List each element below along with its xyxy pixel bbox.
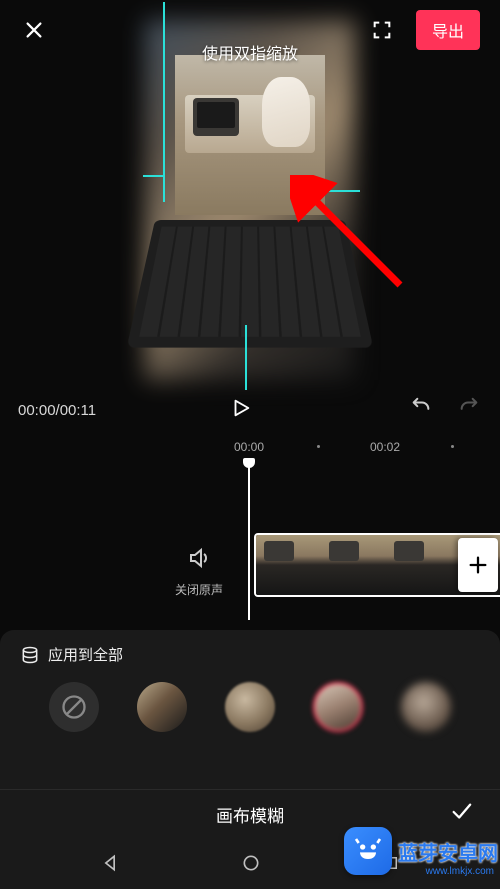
ruler-tick: 00:00 xyxy=(234,440,264,454)
triangle-back-icon xyxy=(100,853,120,873)
nav-back-button[interactable] xyxy=(100,853,120,878)
export-button[interactable]: 导出 xyxy=(416,10,480,50)
clip-thumbnail[interactable] xyxy=(386,535,451,595)
redo-button[interactable] xyxy=(456,397,482,424)
undo-button[interactable] xyxy=(408,397,434,424)
fullscreen-button[interactable] xyxy=(368,16,396,44)
blur-option-1[interactable] xyxy=(137,682,187,732)
close-button[interactable] xyxy=(20,16,48,44)
stack-icon xyxy=(20,645,40,665)
add-clip-button[interactable] xyxy=(458,538,498,592)
crop-guide xyxy=(245,325,247,390)
video-preview[interactable]: 使用双指缩放 xyxy=(145,20,355,380)
nav-recent-button[interactable] xyxy=(382,854,400,877)
apply-to-all-button[interactable]: 应用到全部 xyxy=(20,644,123,665)
undo-icon xyxy=(408,397,434,419)
ruler-dot xyxy=(317,445,320,448)
ruler-tick: 00:02 xyxy=(370,440,400,454)
clip-thumbnail[interactable] xyxy=(321,535,386,595)
play-button[interactable] xyxy=(230,396,252,425)
time-display: 00:00/00:11 xyxy=(18,402,96,419)
apply-to-all-label: 应用到全部 xyxy=(48,644,123,665)
android-nav-bar xyxy=(0,841,500,889)
panel-title: 画布模糊 xyxy=(216,802,284,827)
blur-option-4[interactable] xyxy=(401,682,451,732)
mute-icon xyxy=(186,546,212,570)
blur-option-3-selected[interactable] xyxy=(313,682,363,732)
ruler-dot xyxy=(451,445,454,448)
plus-icon xyxy=(467,554,489,576)
clip-thumbnail[interactable] xyxy=(256,535,321,595)
check-icon xyxy=(446,801,476,823)
close-icon xyxy=(23,19,45,41)
play-icon xyxy=(230,396,252,420)
canvas-blur-panel: 应用到全部 画布模糊 xyxy=(0,630,500,889)
crop-guide xyxy=(305,190,360,192)
fullscreen-icon xyxy=(371,19,393,41)
timeline-ruler: 00:00 00:02 xyxy=(0,437,500,457)
blur-option-2[interactable] xyxy=(225,682,275,732)
crop-guide xyxy=(143,175,165,177)
circle-home-icon xyxy=(241,853,261,873)
timeline[interactable]: 关闭原声 xyxy=(0,460,500,630)
square-recent-icon xyxy=(382,854,400,872)
video-frame xyxy=(175,55,325,215)
playhead[interactable] xyxy=(248,460,250,620)
mute-original-audio-button[interactable]: 关闭原声 xyxy=(175,546,223,598)
nav-home-button[interactable] xyxy=(241,853,261,878)
redo-icon xyxy=(456,397,482,419)
prohibit-icon xyxy=(60,693,88,721)
blur-option-none[interactable] xyxy=(49,682,99,732)
mute-label: 关闭原声 xyxy=(175,581,223,598)
video-frame-keyboard xyxy=(127,220,374,348)
confirm-button[interactable] xyxy=(446,801,476,828)
